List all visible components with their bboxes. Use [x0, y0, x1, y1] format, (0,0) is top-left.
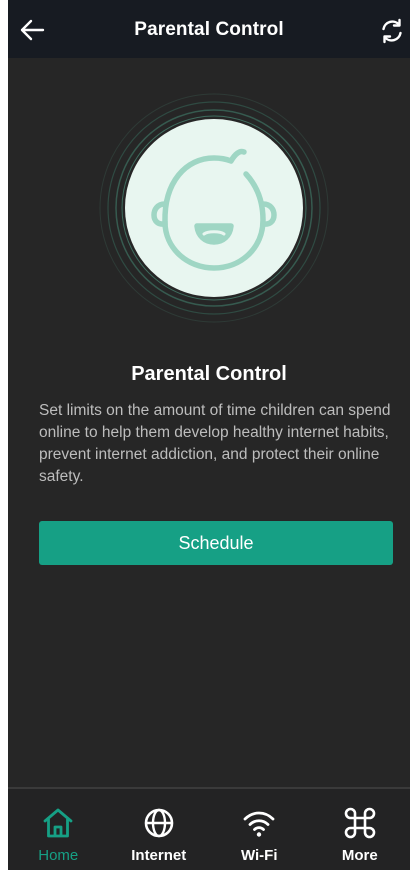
tab-wifi[interactable]: Wi-Fi [209, 789, 310, 870]
app-screen: Parental Control Parental Control Set li… [8, 0, 410, 870]
description-text: Set limits on the amount of time childre… [39, 402, 391, 485]
parental-control-illustration [99, 93, 329, 323]
tab-internet[interactable]: Internet [109, 789, 210, 870]
home-icon [43, 808, 73, 838]
tab-label-more: More [341, 847, 378, 864]
top-bar: Parental Control [8, 0, 410, 58]
section-title: Parental Control [131, 363, 287, 385]
bottom-tab-bar: Home Internet Wi-Fi More [8, 787, 410, 870]
tab-more[interactable]: More [310, 789, 411, 870]
refresh-icon[interactable] [378, 17, 406, 45]
page-title: Parental Control [134, 19, 284, 40]
tab-label-wifi: Wi-Fi [240, 847, 278, 864]
wifi-icon [243, 811, 275, 837]
arrow-left-icon[interactable] [18, 16, 46, 44]
tab-home[interactable]: Home [8, 789, 109, 870]
tab-label-internet: Internet [131, 847, 187, 864]
tab-label-home: Home [38, 847, 79, 864]
globe-icon [144, 808, 174, 838]
command-icon [344, 807, 376, 839]
schedule-button[interactable]: Schedule [39, 521, 393, 565]
